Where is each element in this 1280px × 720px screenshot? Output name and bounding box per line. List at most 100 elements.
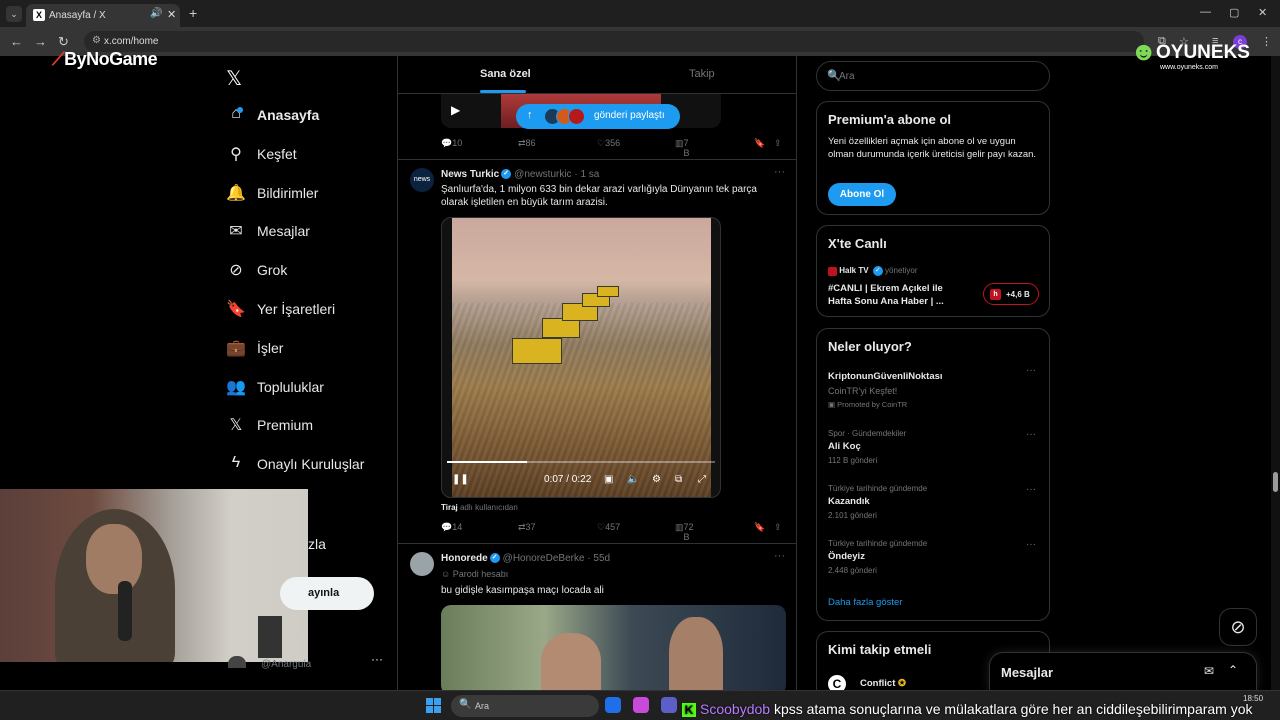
taskbar-app-icon[interactable]: [633, 697, 649, 713]
maximize-icon[interactable]: ▢: [1229, 6, 1239, 19]
url-text: x.com/home: [104, 36, 159, 47]
bookmark-icon[interactable]: 🔖: [754, 522, 765, 533]
chevron-up-icon[interactable]: ⌃: [1228, 663, 1238, 677]
new-tab-icon[interactable]: +: [189, 5, 197, 21]
miniplayer-icon[interactable]: ⧉: [675, 474, 682, 485]
reply-button[interactable]: 💬 10: [441, 138, 462, 149]
sidebar-item-mesajlar[interactable]: ✉ Mesajlar: [226, 219, 396, 247]
menu-icon[interactable]: ⋮: [1261, 35, 1272, 48]
trend-item[interactable]: Türkiye tarihinde gündemde Öndeyiz 2.448…: [828, 539, 1040, 585]
more-icon[interactable]: ···: [1026, 484, 1036, 495]
tweet-image[interactable]: [441, 605, 786, 690]
sidebar-item-label: İşler: [257, 339, 284, 356]
close-tab-icon[interactable]: ✕: [167, 8, 176, 21]
messages-drawer[interactable]: Mesajlar ✉ ⌃: [989, 652, 1257, 692]
account-more-icon[interactable]: ···: [371, 652, 383, 666]
user-avatar[interactable]: [410, 552, 434, 576]
more-icon[interactable]: ···: [1026, 539, 1036, 550]
page-scrollbar[interactable]: [1271, 56, 1280, 690]
scrollbar-thumb[interactable]: [1273, 472, 1278, 492]
volume-icon[interactable]: 🔈: [627, 474, 639, 485]
x-logo-icon[interactable]: 𝕏: [226, 66, 242, 91]
sidebar-item-premium[interactable]: 𝕏 Premium: [226, 413, 396, 441]
reload-icon[interactable]: ↻: [58, 34, 69, 50]
taskbar-app-icon[interactable]: [605, 697, 621, 713]
tweet[interactable]: Honorede ✓ @HonoreDeBerke · 55d ··· ☺ Paro…: [398, 543, 796, 690]
browser-tab[interactable]: X Anasayfa / X 🔊 ✕: [26, 4, 180, 27]
close-window-icon[interactable]: ✕: [1258, 6, 1267, 19]
sidebar-item-keşfet[interactable]: ⚲ Keşfet: [226, 142, 396, 170]
sidebar-item-bildirimler[interactable]: 🔔 Bildirimler: [226, 181, 396, 209]
tweet-video[interactable]: ❚❚ 0:07 / 0:22 ▣ 🔈 ⚙ ⧉ ⤢: [441, 217, 721, 498]
account-avatar[interactable]: [228, 656, 246, 668]
briefcase-icon: 💼: [226, 339, 246, 357]
trend-item[interactable]: KriptonunGüvenliNoktası CoinTR'yi Keşfet…: [828, 365, 1040, 411]
views-button[interactable]: ▥ 7 B: [675, 138, 690, 158]
sidebar-item-more-label[interactable]: zla: [308, 536, 326, 552]
user-avatar[interactable]: news: [410, 168, 434, 192]
search-input[interactable]: 🔍 Ara: [816, 61, 1050, 91]
speaker-icon[interactable]: 🔊: [150, 8, 162, 19]
tab-search-icon[interactable]: ⌄: [6, 6, 22, 22]
tab-following[interactable]: Takip: [689, 68, 715, 80]
repost-button[interactable]: ⇄ 37: [518, 522, 536, 533]
sidebar-item-anasayfa[interactable]: ⌂ Anasayfa: [226, 103, 396, 131]
tweet[interactable]: news News Turkic ✓ @newsturkic · 1 sa ··· …: [398, 159, 796, 542]
kick-logo-icon: K: [682, 703, 696, 718]
tweet-author[interactable]: Honorede ✓ @HonoreDeBerke · 55d: [441, 553, 610, 564]
trend-category: Türkiye tarihinde gündemde: [828, 484, 928, 493]
sidebar-item-i-şler[interactable]: 💼 İşler: [226, 336, 396, 364]
forward-icon[interactable]: →: [34, 34, 47, 49]
live-source[interactable]: Halk TV ✓ yönetiyor: [828, 266, 918, 276]
cup: [258, 616, 282, 658]
trend-category: Türkiye tarihinde gündemde: [828, 539, 928, 548]
reply-button[interactable]: 💬 14: [441, 522, 462, 533]
url-field[interactable]: ⚙ x.com/home: [84, 31, 1144, 52]
like-button[interactable]: ♡ 457: [597, 522, 620, 533]
video-progress[interactable]: [447, 461, 715, 463]
sidebar-item-onaylı-kuruluşlar[interactable]: ϟ Onaylı Kuruluşlar: [226, 452, 396, 480]
live-listeners-badge[interactable]: h +4,6 B: [983, 283, 1039, 305]
share-icon[interactable]: ⇪: [774, 138, 782, 149]
like-button[interactable]: ♡ 356: [597, 138, 620, 149]
trend-item[interactable]: Türkiye tarihinde gündemde Kazandık 2.10…: [828, 484, 1040, 530]
more-icon[interactable]: ···: [1026, 365, 1036, 376]
sidebar-item-grok[interactable]: ⊘ Grok: [226, 258, 396, 286]
minimize-icon[interactable]: —: [1200, 6, 1211, 18]
taskbar-app-icon[interactable]: [661, 697, 677, 713]
repost-button[interactable]: ⇄ 86: [518, 138, 536, 149]
captions-icon[interactable]: ▣: [604, 474, 613, 485]
more-icon[interactable]: ···: [1026, 429, 1036, 440]
live-stream-title[interactable]: #CANLI | Ekrem Açıkel ile Hafta Sonu Ana…: [828, 282, 958, 308]
fullscreen-icon[interactable]: ⤢: [698, 474, 706, 485]
back-icon[interactable]: ←: [10, 34, 23, 49]
sidebar-item-yer-i-şaretleri[interactable]: 🔖 Yer İşaretleri: [226, 297, 396, 325]
sidebar-item-topluluklar[interactable]: 👥 Topluluklar: [226, 375, 396, 403]
bookmark-icon[interactable]: 🔖: [754, 138, 765, 149]
grok-button[interactable]: ⊘: [1219, 608, 1257, 646]
premium-card: Premium'a abone ol Yeni özellikleri açma…: [816, 101, 1050, 215]
new-message-icon[interactable]: ✉: [1204, 664, 1214, 678]
bynogame-text: ByNoGame: [64, 49, 158, 69]
site-info-icon[interactable]: ⚙: [92, 35, 101, 46]
post-button[interactable]: ayınla: [280, 577, 374, 610]
windows-start-icon[interactable]: [426, 698, 441, 713]
settings-icon[interactable]: ⚙: [652, 474, 661, 485]
share-icon[interactable]: ⇪: [774, 522, 782, 533]
trend-count: 2.448 gönderi: [828, 566, 877, 575]
views-button[interactable]: ▥ 72 B: [675, 522, 694, 542]
more-icon[interactable]: ···: [774, 550, 785, 562]
more-icon[interactable]: ···: [774, 166, 785, 178]
pause-icon[interactable]: ❚❚: [452, 474, 469, 485]
trend-item[interactable]: Spor · Gündemdekiler Ali Koç 112 B gönde…: [828, 429, 1040, 475]
tab-for-you[interactable]: Sana özel: [480, 68, 531, 80]
person: [541, 633, 601, 690]
play-icon[interactable]: ▶: [451, 103, 460, 117]
chat-username: Scoobydob: [700, 701, 771, 717]
subscribe-button[interactable]: Abone Ol: [828, 183, 896, 206]
taskbar-search[interactable]: 🔍 Ara: [451, 695, 599, 717]
show-more-link[interactable]: Daha fazla göster: [828, 597, 902, 608]
new-posts-pill[interactable]: ↑ gönderi paylaştı: [516, 104, 680, 129]
tweet-author[interactable]: News Turkic ✓ @newsturkic · 1 sa: [441, 169, 599, 180]
arrow-up-icon: ↑: [527, 109, 533, 121]
